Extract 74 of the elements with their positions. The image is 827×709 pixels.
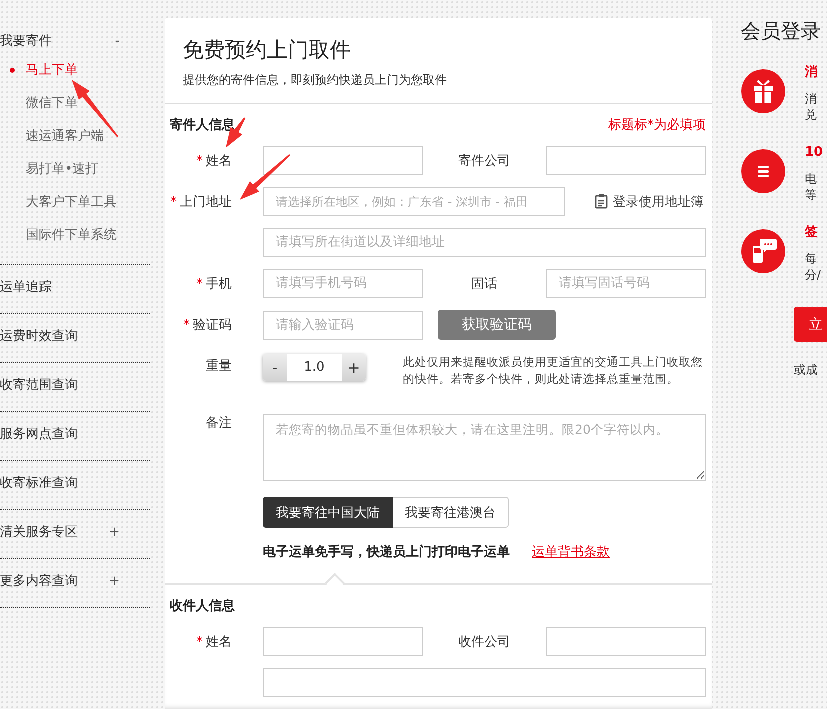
submenu-item[interactable]: 速运通客户端 bbox=[26, 129, 104, 144]
destination-tab[interactable]: 我要寄往中国大陆 bbox=[263, 497, 393, 528]
field-label: 姓名 bbox=[206, 634, 232, 650]
menu-item[interactable]: 收寄标准查询 bbox=[0, 474, 78, 492]
benefit-title: 签 bbox=[805, 225, 819, 241]
menu-item[interactable]: 更多内容查询 bbox=[0, 572, 78, 590]
benefit-text: 电 bbox=[805, 171, 818, 187]
street-address-field[interactable]: 请填写所在街道以及详细地址 bbox=[263, 228, 706, 257]
field-label: 手机 bbox=[206, 276, 232, 292]
benefit-text: 分/ bbox=[805, 267, 822, 283]
list-icon bbox=[741, 149, 786, 194]
field-label: 寄件公司 bbox=[458, 152, 512, 170]
phone-chat-icon bbox=[741, 229, 786, 274]
field-label: 固话 bbox=[470, 276, 498, 292]
input-field[interactable]: 请填写手机号码 bbox=[263, 269, 423, 298]
benefit-text: 兑 bbox=[805, 107, 818, 123]
menu-item[interactable]: 收寄范围查询 bbox=[0, 376, 78, 394]
login-title: 会员登录 bbox=[741, 18, 822, 45]
captcha-field[interactable]: 请输入验证码 bbox=[263, 310, 423, 340]
expand-toggle[interactable]: + bbox=[109, 574, 120, 588]
section-heading: 收件人信息 bbox=[170, 598, 235, 615]
submenu-item[interactable]: 马上下单 bbox=[26, 63, 78, 78]
submenu-item[interactable]: 大客户下单工具 bbox=[26, 195, 117, 210]
required-mark: * bbox=[196, 154, 203, 168]
decrease-button[interactable]: - bbox=[263, 354, 287, 381]
active-dot-icon bbox=[10, 68, 15, 73]
benefit-text: 每 bbox=[805, 251, 818, 267]
login-button[interactable]: 立 bbox=[794, 307, 827, 342]
expand-toggle[interactable]: - bbox=[115, 34, 120, 48]
terms-link[interactable]: 运单背书条款 bbox=[532, 543, 610, 561]
register-link[interactable]: 或成 bbox=[794, 362, 827, 379]
field-label: 备注 bbox=[206, 416, 232, 431]
field-label: 上门地址 bbox=[180, 194, 232, 210]
menu-item[interactable]: 运单追踪 bbox=[0, 278, 52, 296]
input-field[interactable] bbox=[263, 627, 423, 656]
weight-value[interactable]: 1.0 bbox=[287, 354, 342, 381]
required-mark: * bbox=[170, 194, 177, 210]
required-mark: * bbox=[196, 634, 203, 650]
menu-item[interactable]: 我要寄件 bbox=[0, 32, 52, 50]
get-code-button[interactable]: 获取验证码 bbox=[438, 310, 556, 340]
expand-toggle[interactable]: + bbox=[109, 524, 120, 540]
benefit-text: 等 bbox=[805, 187, 818, 203]
e-waybill-note: 电子运单免手写，快递员上门打印电子运单 bbox=[263, 544, 510, 561]
input-field[interactable]: 请填写固话号码 bbox=[546, 269, 706, 298]
weight-hint: 此处仅用来提醒收派员使用更适宜的交通工具上门收取您的快件。若寄多个快件，则此处请选择总重量范围。 bbox=[403, 354, 704, 388]
gift-icon bbox=[741, 69, 786, 114]
address-book-link[interactable]: 登录使用地址簿 bbox=[595, 192, 704, 210]
field-label: 姓名 bbox=[206, 154, 232, 168]
remarks-field[interactable]: 若您寄的物品虽不重但体积较大，请在这里注明。限20个字符以内。 bbox=[263, 414, 706, 481]
field-label: 收件公司 bbox=[458, 634, 512, 650]
submenu-item[interactable]: 国际件下单系统 bbox=[26, 228, 117, 243]
benefit-title: 10 bbox=[805, 145, 824, 161]
benefit-title: 消 bbox=[805, 65, 818, 81]
required-note: 标题标*为必填项 bbox=[608, 117, 706, 134]
required-mark: * bbox=[196, 276, 203, 292]
input-field[interactable] bbox=[546, 627, 706, 656]
input-field[interactable] bbox=[263, 146, 423, 175]
menu-item[interactable]: 清关服务专区 bbox=[0, 523, 78, 541]
clipboard-icon bbox=[595, 194, 608, 209]
field-label: 重量 bbox=[206, 359, 232, 374]
submenu-item[interactable]: 微信下单 bbox=[26, 96, 78, 111]
benefit-text: 消 bbox=[805, 91, 818, 107]
menu-item[interactable]: 运费时效查询 bbox=[0, 327, 78, 345]
field-label: 验证码 bbox=[193, 318, 232, 333]
street-address-field[interactable] bbox=[263, 668, 706, 697]
form-title: 免费预约上门取件 bbox=[182, 37, 352, 64]
form-subtitle: 提供您的寄件信息，即刻预约快递员上门为您取件 bbox=[183, 72, 448, 89]
required-mark: * bbox=[184, 318, 190, 333]
input-field[interactable] bbox=[546, 146, 706, 175]
submenu-item[interactable]: 易打单•速打 bbox=[26, 162, 99, 177]
increase-button[interactable]: + bbox=[342, 354, 366, 381]
menu-item[interactable]: 服务网点查询 bbox=[0, 425, 78, 443]
destination-tab[interactable]: 我要寄往港澳台 bbox=[393, 497, 509, 528]
region-field[interactable]: 请选择所在地区，例如：广东省 - 深圳市 - 福田 bbox=[263, 187, 565, 216]
